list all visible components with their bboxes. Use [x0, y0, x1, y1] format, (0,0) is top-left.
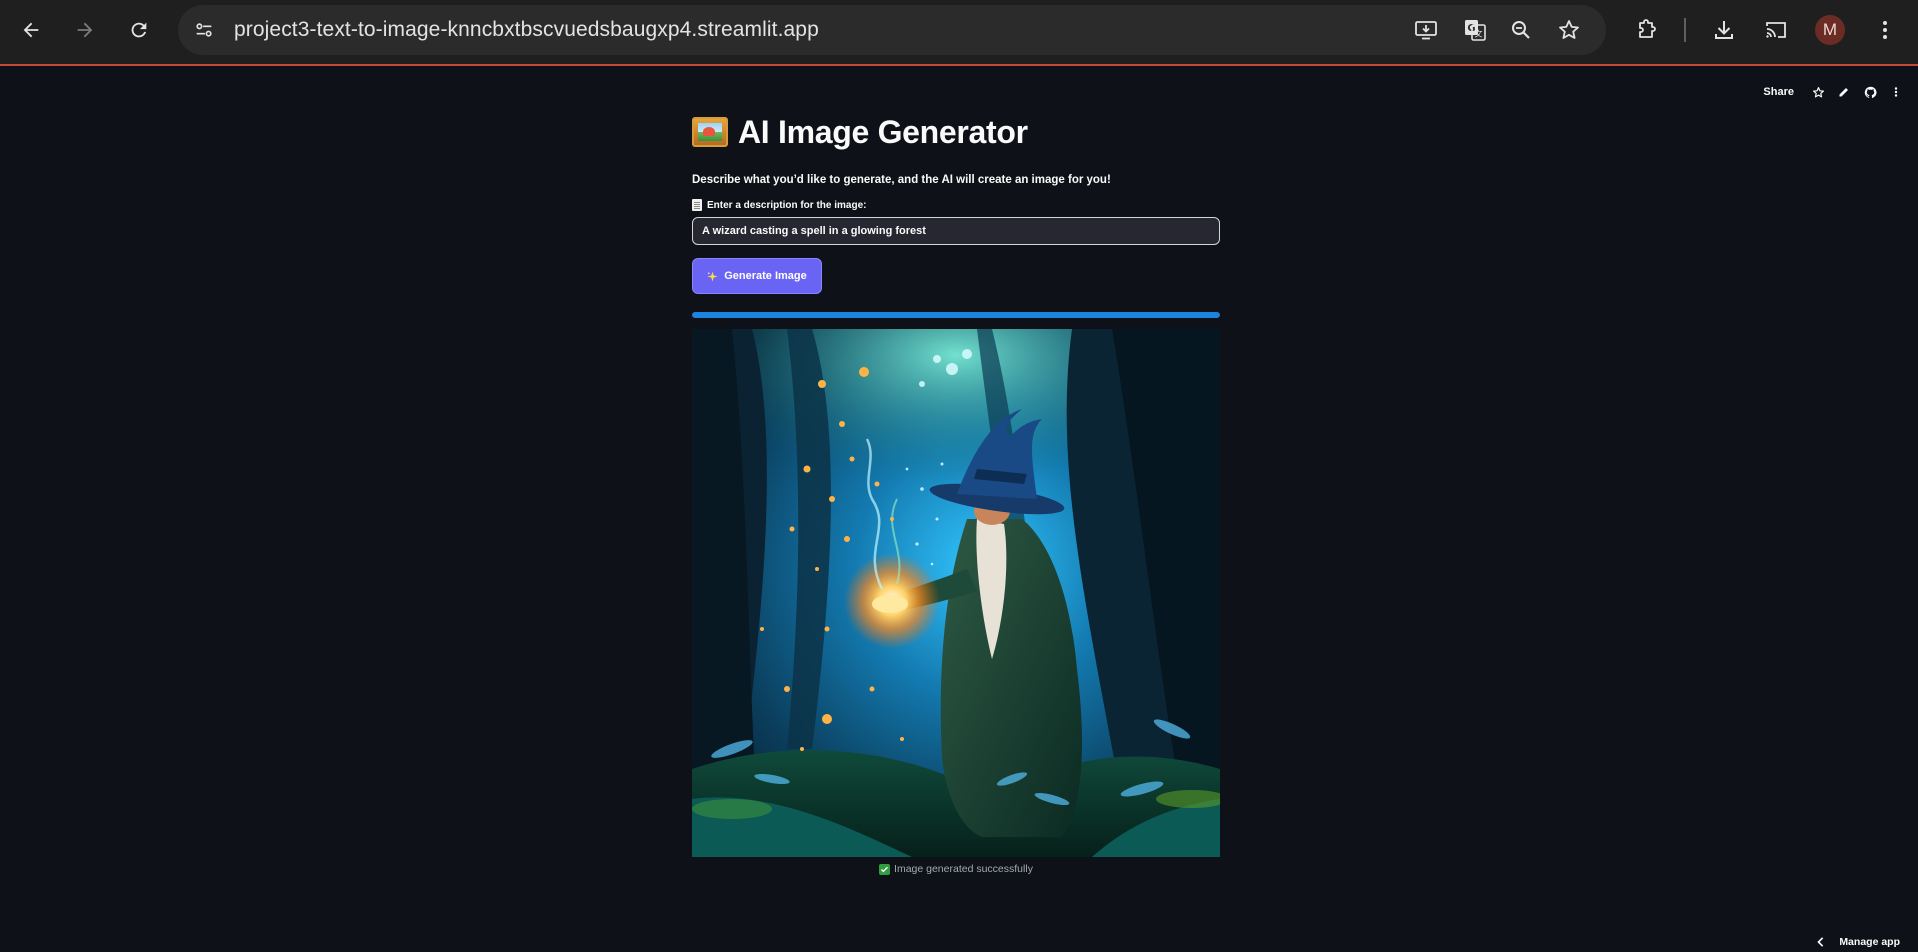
reload-icon	[131, 22, 147, 38]
profile-avatar[interactable]: M	[1815, 15, 1845, 45]
browser-menu-button[interactable]	[1868, 13, 1902, 47]
caption-text: Image generated successfully	[894, 863, 1033, 875]
address-bar[interactable]: project3-text-to-image-knncbxtbscvuedsba…	[178, 5, 1606, 55]
extensions-button[interactable]	[1630, 13, 1664, 47]
translate-button[interactable]: G 文	[1459, 14, 1491, 46]
app-menu-button[interactable]	[1888, 84, 1904, 100]
reload-button[interactable]	[119, 10, 159, 50]
back-button[interactable]	[11, 10, 51, 50]
generated-image	[692, 329, 1220, 857]
more-vert-icon	[1883, 21, 1887, 39]
install-app-button[interactable]	[1410, 14, 1442, 46]
extensions-icon	[1639, 19, 1656, 38]
site-info-button[interactable]	[186, 12, 222, 48]
title-text: AI Image Generator	[738, 113, 1028, 150]
bookmark-button[interactable]	[1553, 14, 1585, 46]
github-icon	[1864, 86, 1877, 98]
main-content: AI Image Generator Describe what you’d l…	[692, 110, 1220, 875]
install-app-icon	[1415, 21, 1437, 40]
downloads-icon	[1715, 21, 1733, 39]
framed-picture-icon	[692, 117, 728, 147]
description-input-value: A wizard casting a spell in a glowing fo…	[702, 225, 926, 237]
cast-button[interactable]	[1759, 13, 1793, 47]
toolbar-separator	[1684, 18, 1686, 42]
progress-fill	[692, 312, 1220, 318]
progress-bar	[692, 312, 1220, 318]
manage-app-button[interactable]: Manage app	[1817, 936, 1900, 948]
forward-button[interactable]	[65, 10, 105, 50]
input-label-text: Enter a description for the image:	[707, 199, 867, 211]
memo-icon	[692, 199, 702, 211]
edit-icon	[1839, 88, 1848, 97]
bookmark-star-icon	[1559, 20, 1579, 39]
zoom-icon	[1512, 21, 1530, 39]
description-input[interactable]: A wizard casting a spell in a glowing fo…	[692, 217, 1220, 245]
edit-button[interactable]	[1836, 84, 1852, 100]
check-icon	[879, 863, 891, 875]
cast-icon	[1766, 22, 1786, 38]
page-title: AI Image Generator	[692, 110, 1220, 154]
svg-text:文: 文	[1475, 29, 1483, 39]
back-icon	[23, 22, 39, 38]
share-button[interactable]: Share	[1763, 86, 1794, 98]
wizard-forest-image	[692, 329, 1220, 857]
zoom-button[interactable]	[1505, 14, 1537, 46]
chevron-left-icon	[1817, 937, 1824, 947]
streamlit-toolbar: Share	[1763, 84, 1904, 100]
translate-icon: G 文	[1465, 20, 1486, 41]
github-button[interactable]	[1862, 84, 1878, 100]
sparkle-icon	[707, 270, 718, 282]
url-text[interactable]: project3-text-to-image-knncbxtbscvuedsba…	[234, 18, 819, 42]
generate-image-button[interactable]: Generate Image	[692, 258, 822, 294]
manage-app-label: Manage app	[1839, 936, 1900, 948]
favorite-button[interactable]	[1810, 84, 1826, 100]
image-caption: Image generated successfully	[692, 863, 1220, 875]
input-label: Enter a description for the image:	[692, 199, 1220, 211]
generate-button-label: Generate Image	[724, 270, 807, 282]
subtitle: Describe what you’d like to generate, an…	[692, 174, 1111, 186]
forward-icon	[77, 22, 93, 38]
star-icon	[1812, 86, 1824, 97]
more-vert-icon	[1894, 87, 1898, 97]
site-info-icon	[196, 23, 212, 37]
downloads-button[interactable]	[1707, 13, 1741, 47]
browser-toolbar: project3-text-to-image-knncbxtbscvuedsba…	[0, 0, 1918, 66]
